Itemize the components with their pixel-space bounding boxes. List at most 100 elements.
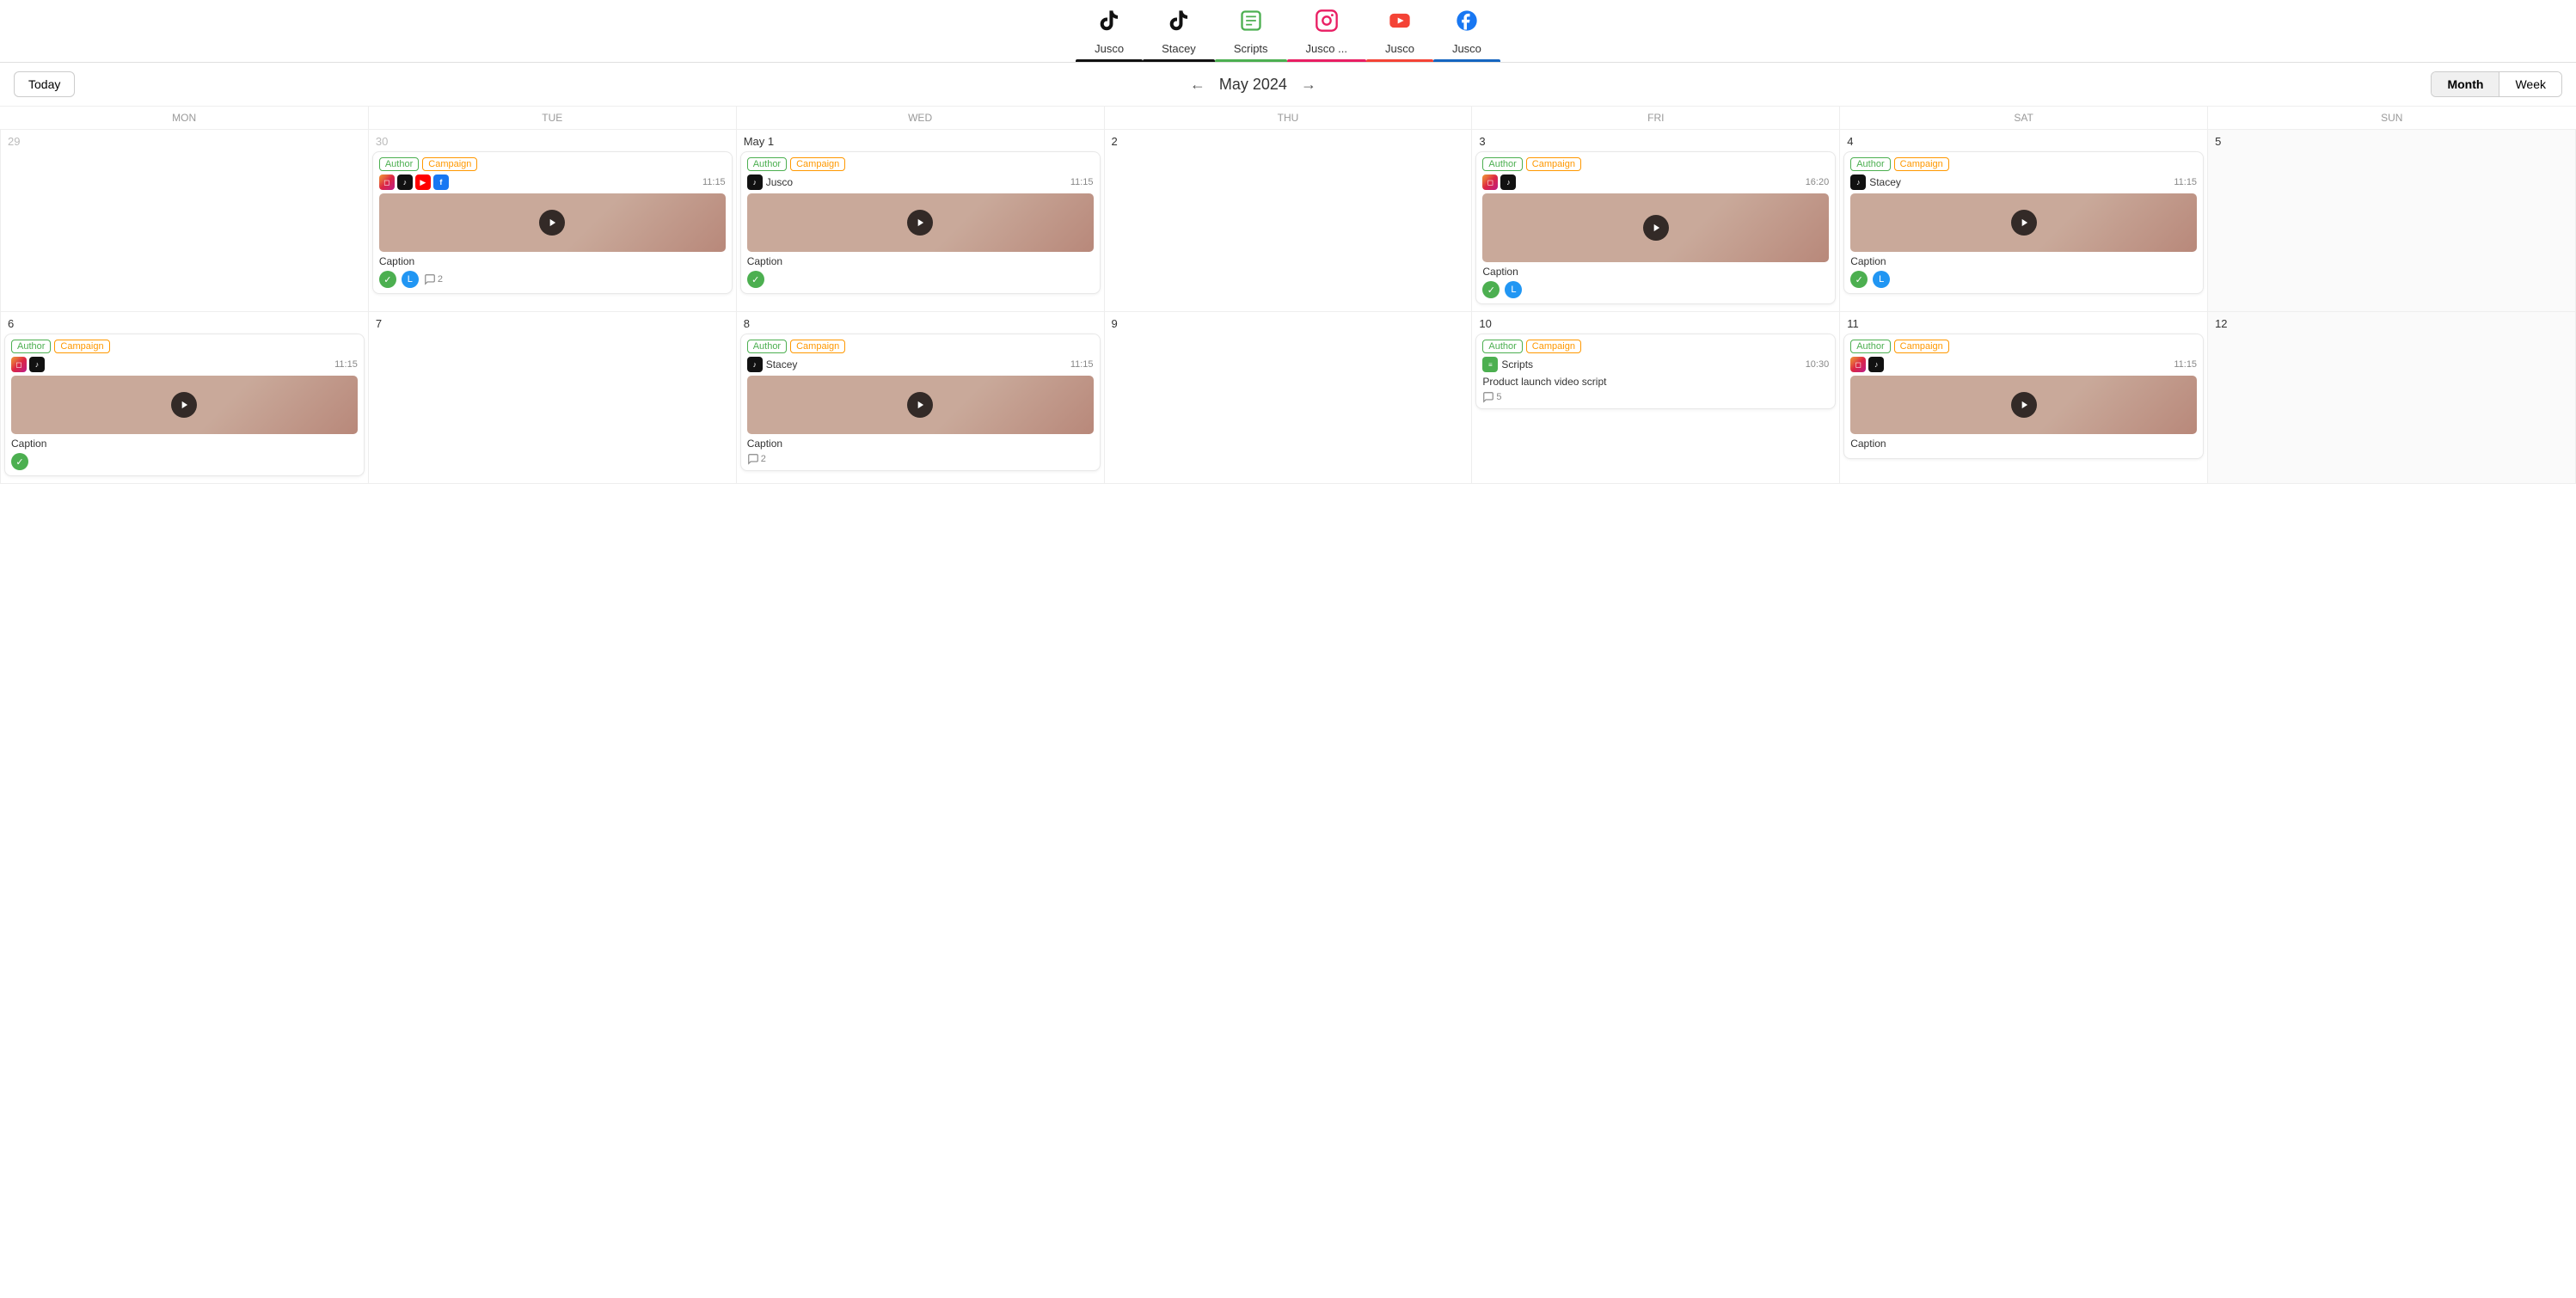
event-card-may3[interactable]: Author Campaign ◻ ♪ 16:20 (1475, 151, 1836, 304)
day-may7: 7 (368, 312, 736, 484)
card-tags-may8: Author Campaign (747, 340, 1094, 353)
card-tags-may6: Author Campaign (11, 340, 358, 353)
day-header-tue: TUE (368, 107, 736, 130)
day-number-may1: May 1 (740, 133, 1101, 150)
author-tag: Author (747, 157, 787, 171)
day-number-may3: 3 (1475, 133, 1836, 150)
play-button[interactable] (2011, 210, 2037, 236)
day-apr30: 30 Author Campaign ◻ ♪ ▶ f 11:1 (368, 130, 736, 312)
card-meta-may3: ◻ ♪ 16:20 (1482, 174, 1829, 190)
tt-icon: ♪ (747, 357, 763, 372)
nav-label-jusco4: Jusco (1452, 42, 1481, 55)
card-footer-apr30: ✓ L 2 (379, 271, 726, 288)
calendar-grid: MON TUE WED THU FRI SAT SUN 29 30 Author (0, 107, 2576, 484)
card-footer-may8: 2 (747, 453, 1094, 465)
campaign-tag: Campaign (1526, 340, 1581, 353)
month-view-button[interactable]: Month (2432, 72, 2499, 96)
nav-label-jusco1: Jusco (1095, 42, 1124, 55)
author-tag: Author (747, 340, 787, 353)
nav-item-scripts[interactable]: Scripts (1215, 9, 1287, 62)
nav-item-jusco2[interactable]: Jusco ... (1287, 9, 1366, 62)
play-button[interactable] (1643, 215, 1669, 241)
card-footer-may4: ✓ L (1850, 271, 2197, 288)
scripts-comment-count: 5 (1496, 392, 1501, 402)
scripts-doc-icon: ≡ (1482, 357, 1498, 372)
top-nav: Jusco Stacey Scripts Jusco ... (0, 0, 2576, 63)
day-number-may2: 2 (1108, 133, 1469, 150)
week-view-button[interactable]: Week (2499, 72, 2561, 96)
next-month-button[interactable]: → (1301, 76, 1316, 94)
day-may2: 2 (1104, 130, 1472, 312)
nav-indicator-jusco1 (1076, 59, 1143, 62)
nav-indicator-jusco2 (1287, 59, 1366, 62)
platform-name-may1: Jusco (766, 176, 793, 188)
play-button[interactable] (2011, 392, 2037, 418)
day-number-may11: 11 (1843, 315, 2204, 332)
day-header-wed: WED (736, 107, 1104, 130)
card-footer-may6: ✓ (11, 453, 358, 470)
ig-icon: ◻ (379, 174, 395, 190)
nav-item-jusco4[interactable]: Jusco (1433, 9, 1500, 62)
day-may6: 6 Author Campaign ◻ ♪ 11:15 (1, 312, 369, 484)
campaign-tag: Campaign (422, 157, 477, 171)
card-tags-may10: Author Campaign (1482, 340, 1829, 353)
comment-count: 2 (424, 273, 443, 285)
event-card-may11[interactable]: Author Campaign ◻ ♪ 11:15 (1843, 334, 2204, 459)
day-may1: May 1 Author Campaign ♪ Jusco 11:15 (736, 130, 1104, 312)
caption-may4: Caption (1850, 255, 2197, 267)
event-card-may6[interactable]: Author Campaign ◻ ♪ 11:15 (4, 334, 365, 476)
day-may10: 10 Author Campaign ≡ Scripts 10:30 Produ… (1472, 312, 1840, 484)
day-header-thu: THU (1104, 107, 1472, 130)
thumb-may4 (1850, 193, 2197, 252)
prev-month-button[interactable]: ← (1190, 76, 1205, 94)
play-button[interactable] (171, 392, 197, 418)
status-green-icon: ✓ (747, 271, 764, 288)
day-may11: 11 Author Campaign ◻ ♪ 11:15 (1840, 312, 2208, 484)
day-number-may12: 12 (2211, 315, 2572, 332)
event-card-may8[interactable]: Author Campaign ♪ Stacey 11:15 (740, 334, 1101, 471)
comment-count-may8: 2 (747, 453, 766, 465)
tiktok-stacey-icon (1167, 9, 1191, 39)
tiktok-icon (1097, 9, 1121, 39)
author-tag: Author (379, 157, 419, 171)
nav-item-jusco1[interactable]: Jusco (1076, 9, 1143, 62)
calendar-header: Today ← May 2024 → Month Week (0, 63, 2576, 107)
tt-icon: ♪ (1868, 357, 1884, 372)
scripts-time-may10: 10:30 (1806, 359, 1830, 370)
author-tag: Author (1482, 157, 1522, 171)
campaign-tag: Campaign (54, 340, 109, 353)
caption-may6: Caption (11, 438, 358, 450)
platform-name-may8: Stacey (766, 358, 798, 370)
card-meta-may1: ♪ Jusco 11:15 (747, 174, 1094, 190)
event-time-may3: 16:20 (1806, 177, 1830, 187)
play-button[interactable] (907, 392, 933, 418)
campaign-tag: Campaign (790, 157, 845, 171)
card-meta-may6: ◻ ♪ 11:15 (11, 357, 358, 372)
caption-may3: Caption (1482, 266, 1829, 278)
fb-icon: f (433, 174, 449, 190)
event-card-apr30[interactable]: Author Campaign ◻ ♪ ▶ f 11:15 (372, 151, 733, 294)
today-button[interactable]: Today (14, 71, 75, 97)
scripts-card-may10[interactable]: Author Campaign ≡ Scripts 10:30 Product … (1475, 334, 1836, 409)
nav-item-jusco3[interactable]: Jusco (1366, 9, 1433, 62)
card-footer-may3: ✓ L (1482, 281, 1829, 298)
event-card-may1[interactable]: Author Campaign ♪ Jusco 11:15 (740, 151, 1101, 294)
nav-label-jusco3: Jusco (1385, 42, 1414, 55)
scripts-name-may10: Scripts (1501, 358, 1533, 370)
day-apr29: 29 (1, 130, 369, 312)
card-meta-may8: ♪ Stacey 11:15 (747, 357, 1094, 372)
card-tags-may1: Author Campaign (747, 157, 1094, 171)
day-header-mon: MON (1, 107, 369, 130)
author-tag: Author (11, 340, 51, 353)
event-card-may4[interactable]: Author Campaign ♪ Stacey 11:15 (1843, 151, 2204, 294)
play-button[interactable] (539, 210, 565, 236)
ig-icon: ◻ (1850, 357, 1866, 372)
status-blue-icon: L (1505, 281, 1522, 298)
status-green-icon: ✓ (11, 453, 28, 470)
play-button[interactable] (907, 210, 933, 236)
nav-item-stacey[interactable]: Stacey (1143, 9, 1215, 62)
author-tag: Author (1482, 340, 1522, 353)
day-may3: 3 Author Campaign ◻ ♪ 16:20 (1472, 130, 1840, 312)
campaign-tag: Campaign (1894, 157, 1949, 171)
nav-indicator-jusco4 (1433, 59, 1500, 62)
